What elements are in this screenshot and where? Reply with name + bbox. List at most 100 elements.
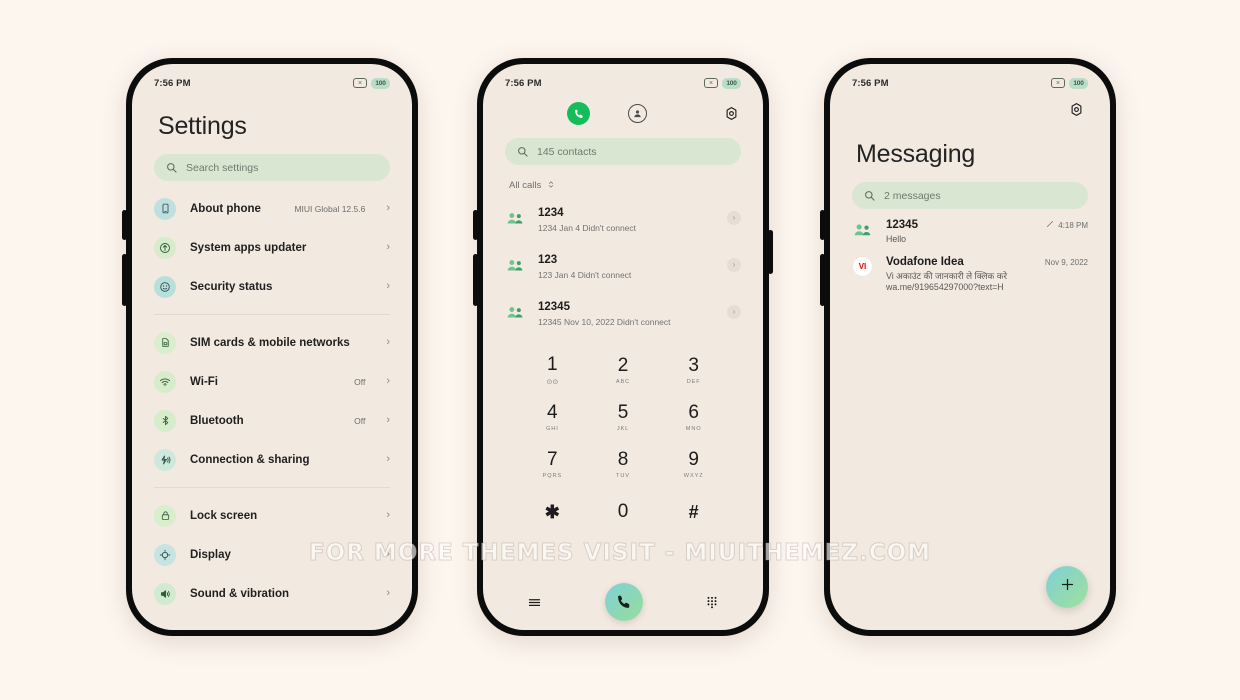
status-icons: × 100 bbox=[704, 77, 741, 89]
dialpad-digit: 8 bbox=[617, 449, 629, 470]
status-bar: 7:56 PM × 100 bbox=[483, 64, 763, 94]
contacts-group-icon bbox=[852, 219, 873, 240]
dialer-bottom-nav bbox=[483, 574, 763, 630]
call-details-button[interactable]: › bbox=[727, 210, 741, 225]
volume-down-button[interactable] bbox=[122, 254, 127, 306]
chevron-right-icon: › bbox=[386, 453, 390, 465]
list-item[interactable]: 12345 4:18 PM Hello bbox=[830, 209, 1110, 246]
dialpad-digit: ✱ bbox=[544, 501, 560, 522]
call-details-button[interactable]: › bbox=[727, 257, 741, 272]
new-message-button[interactable] bbox=[1046, 566, 1088, 608]
status-bar: 7:56 PM × 100 bbox=[132, 64, 412, 94]
call-button[interactable] bbox=[604, 583, 643, 621]
status-icons: × 100 bbox=[1051, 77, 1088, 89]
chevron-right-icon: › bbox=[386, 548, 390, 560]
message-meta: Nov 9, 2022 bbox=[1045, 258, 1088, 267]
list-item[interactable]: 123 123 Jan 4 Didn't connect › bbox=[483, 241, 763, 288]
sort-toggle-icon bbox=[547, 176, 555, 194]
dialpad-key-hash[interactable]: # bbox=[658, 488, 729, 535]
contacts-group-icon bbox=[505, 256, 525, 274]
dialpad-key-3[interactable]: 3 DEF bbox=[658, 347, 729, 394]
call-name: 123 bbox=[538, 253, 558, 266]
message-preview: Vi अकाउंट की जानकारी ले क्लिक करे wa.me/… bbox=[886, 270, 1008, 293]
dialpad-key-8[interactable]: 8 TUV bbox=[588, 441, 659, 488]
contacts-group-icon bbox=[505, 303, 525, 321]
volume-up-button[interactable] bbox=[122, 210, 127, 240]
list-item[interactable]: 12345 12345 Nov 10, 2022 Didn't connect … bbox=[483, 288, 763, 335]
dialpad-digit: 0 bbox=[617, 501, 629, 522]
search-icon bbox=[864, 190, 875, 201]
volume-down-button[interactable] bbox=[820, 254, 825, 306]
sidebar-item-bluetooth[interactable]: Bluetooth Off › bbox=[132, 401, 412, 440]
sidebar-item-label: Lock screen bbox=[190, 509, 258, 522]
sidebar-item-security-status[interactable]: Security status › bbox=[132, 267, 412, 306]
dialpad-key-2[interactable]: 2 ABC bbox=[588, 347, 659, 394]
sidebar-item-sound-vibration[interactable]: Sound & vibration › bbox=[132, 574, 412, 613]
messages-search-input[interactable]: 2 messages bbox=[852, 182, 1088, 209]
dialpad-digit: 4 bbox=[547, 402, 558, 423]
call-entry: 123 123 Jan 4 Didn't connect bbox=[538, 250, 714, 280]
keypad-icon[interactable] bbox=[705, 595, 719, 609]
sidebar-item-value: Off bbox=[354, 376, 366, 387]
sidebar-item-lock-screen[interactable]: Lock screen › bbox=[132, 496, 412, 535]
tab-phone[interactable] bbox=[567, 102, 590, 125]
dialpad-key-star[interactable]: ✱ bbox=[517, 488, 588, 535]
call-filter[interactable]: All calls bbox=[483, 165, 763, 194]
sidebar-item-about-phone[interactable]: About phone MIUI Global 12.5.6 › bbox=[132, 189, 412, 228]
search-icon bbox=[517, 146, 528, 157]
sidebar-item-connection-sharing[interactable]: Connection & sharing › bbox=[132, 440, 412, 479]
sidebar-item-sim-cards[interactable]: SIM cards & mobile networks › bbox=[132, 323, 412, 362]
gear-icon[interactable] bbox=[724, 106, 739, 121]
search-settings-input[interactable]: Search settings bbox=[154, 154, 390, 181]
dialpad-key-1[interactable]: 1 ⊙⊙ bbox=[517, 347, 588, 394]
dialpad-key-9[interactable]: 9 WXYZ bbox=[658, 441, 729, 488]
volume-down-button[interactable] bbox=[473, 254, 478, 306]
call-name: 12345 bbox=[538, 300, 570, 313]
mute-icon: × bbox=[1051, 78, 1065, 88]
chevron-right-icon: › bbox=[386, 202, 390, 214]
volume-up-button[interactable] bbox=[473, 210, 478, 240]
volume-up-button[interactable] bbox=[820, 210, 825, 240]
dialpad-letters: WXYZ bbox=[683, 473, 704, 479]
page-title: Messaging bbox=[856, 140, 976, 168]
sidebar-item-system-apps-updater[interactable]: System apps updater › bbox=[132, 228, 412, 267]
tab-contacts[interactable] bbox=[628, 104, 647, 123]
chevron-right-icon: › bbox=[386, 414, 390, 426]
dialpad-key-5[interactable]: 5 JKL bbox=[588, 394, 659, 441]
status-time: 7:56 PM bbox=[505, 77, 542, 89]
menu-icon[interactable] bbox=[527, 595, 542, 610]
call-details-button[interactable]: › bbox=[727, 304, 741, 319]
dialpad-key-7[interactable]: 7 PQRS bbox=[517, 441, 588, 488]
screenshot-stage: 7:56 PM × 100 Settings Search settings A… bbox=[0, 0, 1240, 700]
dialpad-letters: GHI bbox=[546, 426, 559, 432]
phone-dialer: 7:56 PM × 100 145 contacts All calls 123… bbox=[473, 58, 773, 636]
vi-logo-icon: VI bbox=[852, 255, 873, 277]
search-placeholder: 145 contacts bbox=[537, 145, 597, 158]
status-bar: 7:56 PM × 100 bbox=[830, 64, 1110, 94]
gear-icon[interactable] bbox=[1069, 102, 1084, 122]
dialpad-key-6[interactable]: 6 MNO bbox=[658, 394, 729, 441]
chevron-right-icon: › bbox=[386, 280, 390, 292]
connection-sharing-icon bbox=[154, 448, 176, 471]
power-button[interactable] bbox=[768, 230, 773, 274]
security-icon bbox=[154, 275, 176, 298]
search-icon bbox=[166, 162, 177, 173]
sidebar-item-wifi[interactable]: Wi-Fi Off › bbox=[132, 362, 412, 401]
contacts-search-input[interactable]: 145 contacts bbox=[505, 138, 741, 165]
dialpad-digit: 2 bbox=[617, 355, 629, 376]
dialpad-key-0[interactable]: 0 bbox=[588, 488, 659, 535]
dialer-tab-bar bbox=[483, 94, 763, 125]
chevron-right-icon: › bbox=[386, 241, 390, 253]
sidebar-item-label: Display bbox=[190, 548, 231, 561]
dialpad-key-4[interactable]: 4 GHI bbox=[517, 394, 588, 441]
wifi-icon bbox=[154, 370, 176, 393]
sidebar-item-label: Security status bbox=[190, 280, 273, 293]
list-item[interactable]: VI Vodafone Idea Nov 9, 2022 Vi अकाउंट क… bbox=[830, 246, 1110, 294]
dialpad-letters: TUV bbox=[616, 473, 630, 479]
sidebar-item-label: SIM cards & mobile networks bbox=[190, 336, 350, 349]
list-item[interactable]: 1234 1234 Jan 4 Didn't connect › bbox=[483, 194, 763, 241]
message-thread: Vodafone Idea Nov 9, 2022 Vi अकाउंट की ज… bbox=[886, 256, 1088, 294]
sidebar-item-label: About phone bbox=[190, 202, 261, 215]
sidebar-item-display[interactable]: Display › bbox=[132, 535, 412, 574]
message-thread: 12345 4:18 PM Hello bbox=[886, 219, 1088, 246]
